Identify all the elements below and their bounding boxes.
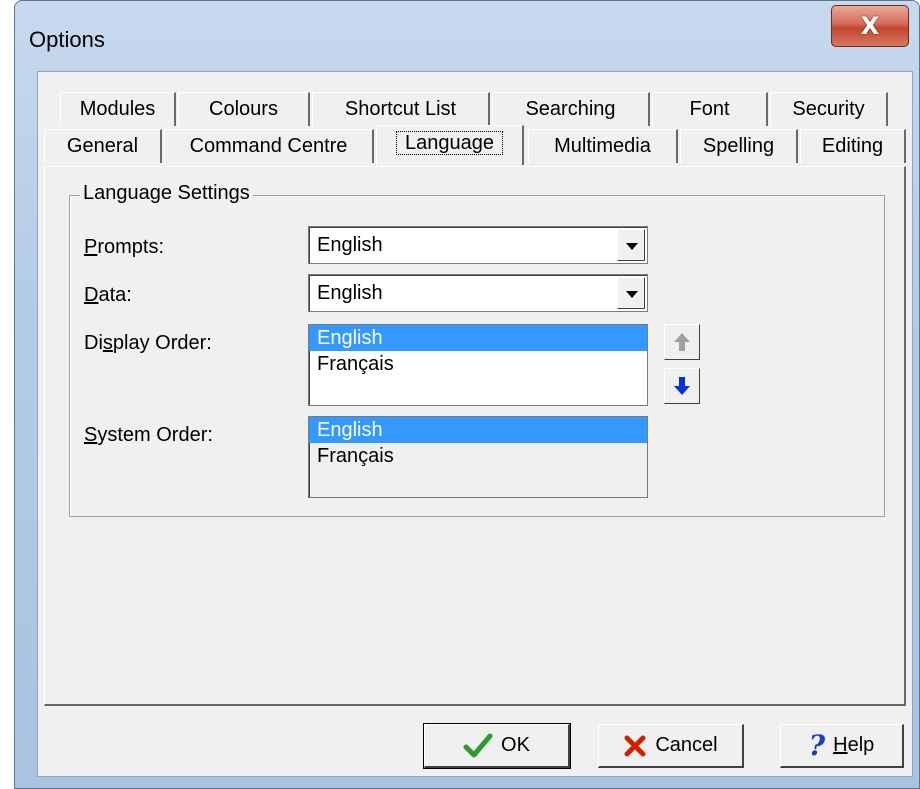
list-item: English bbox=[309, 417, 647, 443]
display-order-label: Display Order: bbox=[84, 332, 212, 354]
move-down-button[interactable] bbox=[664, 368, 700, 404]
move-up-icon bbox=[674, 333, 690, 351]
cancel-x-icon bbox=[624, 735, 646, 756]
tab-security[interactable]: Security bbox=[770, 92, 888, 126]
data-value: English bbox=[317, 282, 383, 304]
ok-button[interactable]: OK bbox=[423, 723, 571, 769]
close-icon: X bbox=[860, 12, 880, 40]
language-settings-group: Language Settings Prompts: English Data:… bbox=[69, 182, 885, 517]
group-legend: Language Settings bbox=[80, 182, 253, 205]
system-order-listbox: English Français bbox=[308, 416, 648, 498]
system-order-label: System Order: bbox=[84, 424, 213, 446]
cancel-button[interactable]: Cancel bbox=[598, 724, 744, 768]
list-item[interactable]: Français bbox=[309, 351, 647, 377]
window-title: Options bbox=[29, 27, 105, 52]
checkmark-icon bbox=[463, 733, 493, 757]
move-up-button[interactable] bbox=[664, 324, 700, 360]
list-item: Français bbox=[317, 445, 394, 467]
options-window: Options X Modules Colours Shortcut List … bbox=[14, 0, 920, 789]
data-label: Data: bbox=[84, 284, 132, 306]
tab-modules[interactable]: Modules bbox=[60, 92, 176, 126]
tab-spelling[interactable]: Spelling bbox=[680, 129, 798, 163]
list-item[interactable]: English bbox=[309, 325, 647, 351]
tab-multimedia[interactable]: Multimedia bbox=[528, 129, 678, 163]
tab-searching[interactable]: Searching bbox=[492, 92, 650, 126]
close-button[interactable]: X bbox=[831, 5, 909, 47]
help-button[interactable]: ? Help bbox=[780, 724, 904, 768]
combo-arrow-icon[interactable] bbox=[617, 277, 645, 309]
help-label: Help bbox=[833, 734, 875, 756]
language-tab-panel: Language Settings Prompts: English Data:… bbox=[44, 166, 906, 706]
help-question-icon: ? bbox=[808, 729, 826, 762]
tab-editing[interactable]: Editing bbox=[800, 129, 906, 163]
tab-shortcut-list[interactable]: Shortcut List bbox=[312, 92, 490, 126]
tab-command-centre[interactable]: Command Centre bbox=[164, 129, 374, 163]
data-combobox[interactable]: English bbox=[308, 274, 648, 312]
prompts-label: Prompts: bbox=[84, 236, 165, 258]
tab-general[interactable]: General bbox=[44, 129, 162, 163]
tab-language[interactable]: Language bbox=[376, 125, 524, 165]
display-order-listbox[interactable]: English Français bbox=[308, 324, 648, 406]
dialog-client-area: Modules Colours Shortcut List Searching … bbox=[37, 71, 913, 777]
cancel-label: Cancel bbox=[655, 734, 718, 756]
move-down-icon bbox=[674, 377, 690, 395]
combo-arrow-icon[interactable] bbox=[617, 229, 645, 261]
tab-colours[interactable]: Colours bbox=[178, 92, 310, 126]
prompts-value: English bbox=[317, 234, 383, 256]
tab-font[interactable]: Font bbox=[652, 92, 768, 126]
ok-label: OK bbox=[501, 734, 530, 756]
title-bar[interactable]: Options X bbox=[15, 1, 919, 77]
prompts-combobox[interactable]: English bbox=[308, 226, 648, 264]
